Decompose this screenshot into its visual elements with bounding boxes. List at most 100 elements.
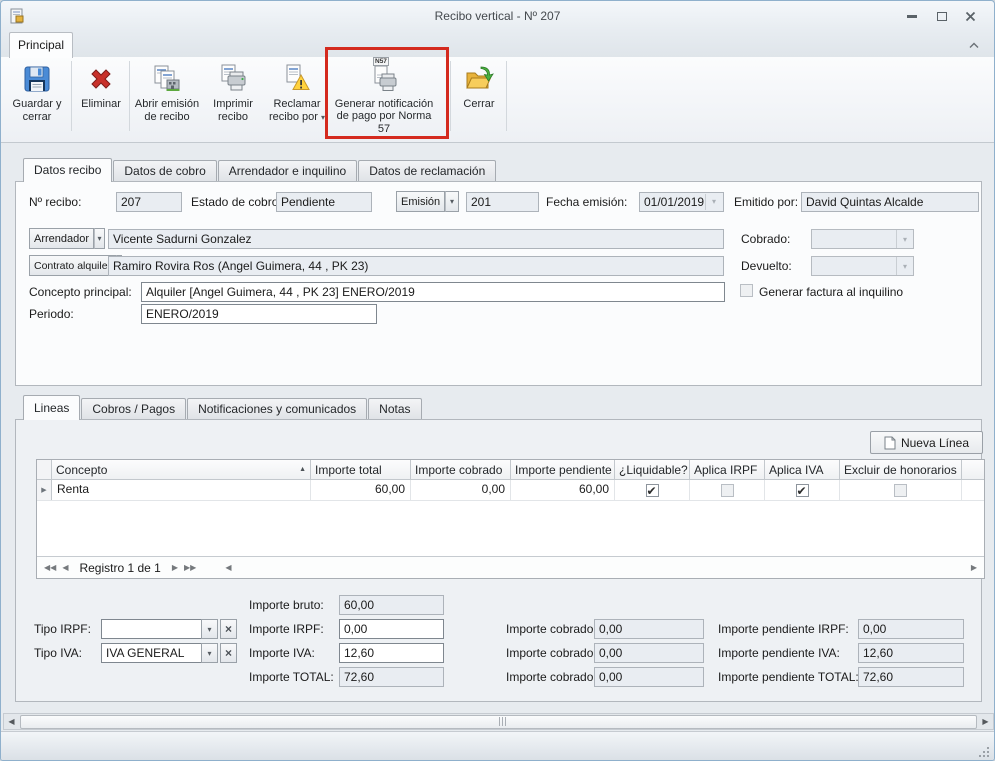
dropdown-arrow-icon[interactable]: ▾ bbox=[94, 228, 105, 249]
tab-datos-de-cobro[interactable]: Datos de cobro bbox=[113, 160, 216, 181]
importe-irpf-field[interactable]: 0,00 bbox=[339, 619, 444, 639]
new-page-icon bbox=[884, 436, 896, 450]
importe-pendiente-total-field: 72,60 bbox=[858, 667, 964, 687]
close-form-button[interactable]: Cerrar bbox=[456, 59, 502, 135]
contrato-alquiler-button[interactable]: Contrato alquiler ▾ bbox=[29, 255, 105, 276]
importe-iva-field[interactable]: 12,60 bbox=[339, 643, 444, 663]
excluir-honorarios-checkbox[interactable] bbox=[894, 484, 907, 497]
tipo-irpf-label: Tipo IRPF: bbox=[34, 622, 91, 636]
nav-last-button[interactable]: ▶▶ bbox=[184, 563, 196, 572]
column-header-importe-cobrado[interactable]: Importe cobrado bbox=[411, 460, 511, 479]
num-recibo-field: 207 bbox=[116, 192, 182, 212]
claim-receipt-label: Reclamar recibo por ▾ bbox=[263, 98, 331, 124]
restore-button[interactable] bbox=[929, 8, 955, 24]
cell-importe-pendiente[interactable]: 60,00 bbox=[511, 480, 615, 500]
tab-datos-recibo[interactable]: Datos recibo bbox=[23, 158, 112, 182]
open-emission-icon bbox=[150, 59, 184, 96]
periodo-label: Periodo: bbox=[29, 307, 74, 321]
nav-first-button[interactable]: ◀◀ bbox=[44, 563, 56, 572]
tab-arrendador-inquilino[interactable]: Arrendador e inquilino bbox=[218, 160, 357, 181]
column-header-filler bbox=[962, 460, 984, 479]
tipo-irpf-dropdown-button[interactable]: ▾ bbox=[201, 619, 218, 639]
liquidable-checkbox[interactable] bbox=[646, 484, 659, 497]
emision-num-field: 201 bbox=[466, 192, 539, 212]
column-header-excluir-honorarios[interactable]: Excluir de honorarios bbox=[840, 460, 962, 479]
delete-button[interactable]: Eliminar bbox=[75, 59, 127, 135]
lineas-tabstrip: Lineas Cobros / Pagos Notificaciones y c… bbox=[23, 396, 423, 420]
cell-importe-cobrado[interactable]: 0,00 bbox=[411, 480, 511, 500]
column-header-importe-pendiente[interactable]: Importe pendiente bbox=[511, 460, 615, 479]
close-button[interactable] bbox=[957, 8, 983, 24]
periodo-field[interactable]: ENERO/2019 bbox=[141, 304, 377, 324]
minimize-button[interactable] bbox=[899, 8, 925, 24]
importe-pendiente-total-label: Importe pendiente TOTAL: bbox=[718, 670, 859, 684]
column-header-importe-total[interactable]: Importe total bbox=[311, 460, 411, 479]
column-header-aplica-irpf[interactable]: Aplica IRPF bbox=[690, 460, 765, 479]
norma57-button[interactable]: N57 Generar notificación de pago por Nor… bbox=[330, 59, 438, 135]
grid-corner-cell bbox=[37, 460, 52, 479]
importe-bruto-label: Importe bruto: bbox=[249, 598, 324, 612]
scroll-right-button[interactable]: ▶ bbox=[978, 717, 993, 726]
tipo-irpf-clear-button[interactable]: × bbox=[220, 619, 237, 639]
column-header-liquidable[interactable]: ¿Liquidable? bbox=[615, 460, 690, 479]
cobrado-combo: ▾ bbox=[811, 229, 914, 249]
tab-notificaciones[interactable]: Notificaciones y comunicados bbox=[187, 398, 367, 419]
emitido-por-label: Emitido por: bbox=[734, 195, 798, 209]
ribbon-separator bbox=[450, 61, 451, 131]
ribbon-tab-principal[interactable]: Principal bbox=[9, 32, 73, 58]
arrendador-button[interactable]: Arrendador ▾ bbox=[29, 228, 105, 249]
generar-factura-checkbox[interactable] bbox=[740, 284, 753, 297]
nueva-linea-label: Nueva Línea bbox=[901, 436, 969, 450]
cell-aplica-irpf bbox=[690, 480, 765, 500]
norma57-label: Generar notificación de pago por Norma 5… bbox=[330, 98, 438, 136]
estado-cobro-label: Estado de cobro: bbox=[191, 195, 282, 209]
importe-irpf-label: Importe IRPF: bbox=[249, 622, 324, 636]
fecha-emision-field: 01/01/2019 ▾ bbox=[639, 192, 724, 212]
tab-cobros-pagos[interactable]: Cobros / Pagos bbox=[81, 398, 186, 419]
grid-scroll-right-button[interactable]: ▶ bbox=[971, 563, 977, 572]
tipo-iva-dropdown-button[interactable]: ▾ bbox=[201, 643, 218, 663]
close-folder-icon bbox=[462, 59, 496, 96]
tab-lineas[interactable]: Lineas bbox=[23, 395, 80, 420]
save-close-button[interactable]: Guardar y cerrar bbox=[7, 59, 67, 135]
ribbon-separator bbox=[129, 61, 130, 131]
tab-notas[interactable]: Notas bbox=[368, 398, 421, 419]
aplica-iva-checkbox[interactable] bbox=[796, 484, 809, 497]
cell-liquidable bbox=[615, 480, 690, 500]
aplica-irpf-checkbox[interactable] bbox=[721, 484, 734, 497]
devuelto-value bbox=[812, 257, 896, 275]
importe-cobrado-irpf-field: 0,00 bbox=[594, 619, 704, 639]
importe-total-field: 72,60 bbox=[339, 667, 444, 687]
dropdown-arrow-icon: ▾ bbox=[896, 230, 913, 248]
nav-prev-button[interactable]: ◀ bbox=[62, 563, 68, 572]
tab-datos-reclamacion[interactable]: Datos de reclamación bbox=[358, 160, 496, 181]
column-header-concepto[interactable]: Concepto ▲ bbox=[52, 460, 311, 479]
importe-cobrado-iva-field: 0,00 bbox=[594, 643, 704, 663]
claim-receipt-button[interactable]: Reclamar recibo por ▾ bbox=[263, 59, 331, 135]
grid-header-row: Concepto ▲ Importe total Importe cobrado… bbox=[37, 460, 984, 480]
nueva-linea-button[interactable]: Nueva Línea bbox=[870, 431, 983, 454]
contrato-alquiler-button-label: Contrato alquiler bbox=[29, 255, 116, 276]
nav-next-button[interactable]: ▶ bbox=[172, 563, 178, 572]
print-receipt-button[interactable]: Imprimir recibo bbox=[205, 59, 261, 135]
tipo-irpf-combo[interactable] bbox=[101, 619, 202, 639]
tipo-iva-combo[interactable]: IVA GENERAL bbox=[101, 643, 202, 663]
scrollbar-thumb[interactable] bbox=[20, 715, 977, 729]
emision-selector[interactable]: Emisión ▾ bbox=[396, 191, 459, 212]
cell-concepto[interactable]: Renta bbox=[52, 480, 311, 500]
emitido-por-field: David Quintas Alcalde bbox=[801, 192, 979, 212]
collapse-ribbon-button[interactable] bbox=[965, 38, 983, 53]
column-header-aplica-iva[interactable]: Aplica IVA bbox=[765, 460, 840, 479]
dropdown-arrow-icon: ▾ bbox=[321, 113, 325, 122]
status-bar bbox=[1, 731, 994, 761]
dropdown-arrow-icon: ▾ bbox=[896, 257, 913, 275]
open-emission-button[interactable]: Abrir emisión de recibo bbox=[133, 59, 201, 135]
dropdown-arrow-icon[interactable]: ▾ bbox=[445, 191, 459, 212]
cell-importe-total[interactable]: 60,00 bbox=[311, 480, 411, 500]
grid-scroll-left-button[interactable]: ◀ bbox=[225, 563, 231, 572]
ribbon-separator bbox=[71, 61, 72, 131]
tipo-iva-clear-button[interactable]: × bbox=[220, 643, 237, 663]
concepto-principal-field[interactable]: Alquiler [Angel Guimera, 44 , PK 23] ENE… bbox=[141, 282, 725, 302]
save-close-label: Guardar y cerrar bbox=[7, 98, 67, 123]
scroll-left-button[interactable]: ◀ bbox=[4, 717, 19, 726]
